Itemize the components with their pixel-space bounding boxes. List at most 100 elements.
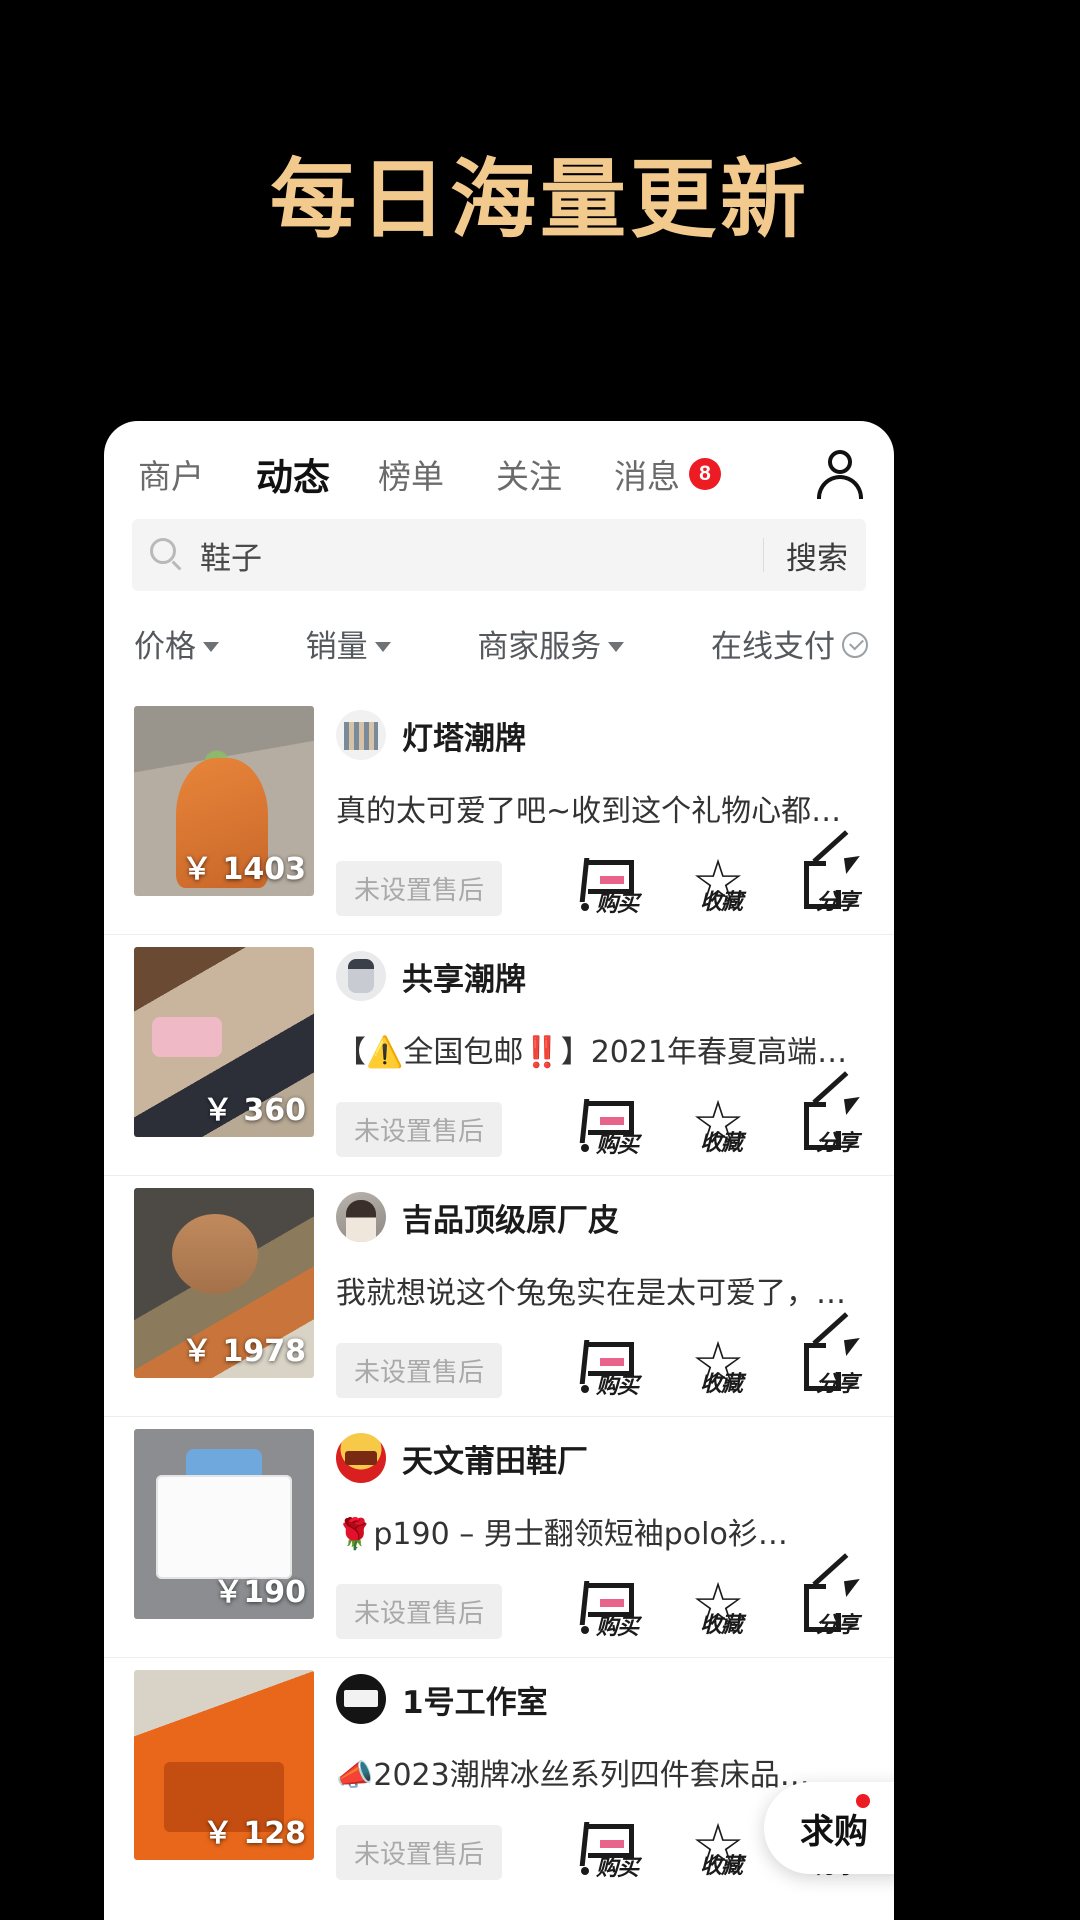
item-shop-name: 吉品顶级原厂皮 [402,1202,619,1239]
cart-icon[interactable]: 购买 [574,856,639,917]
item-actions: 购买 ☆ 收藏 分享 [574,1071,868,1158]
cart-icon[interactable]: 购买 [574,1579,639,1640]
favorite-label: 收藏 [700,1372,743,1397]
person-icon[interactable] [814,448,866,500]
cart-icon[interactable]: 购买 [574,1820,639,1881]
share-arrow-icon[interactable]: 分享 [798,1553,863,1639]
request-purchase-label: 求购 [800,1811,868,1852]
item-actions: 购买 ☆ 收藏 分享 [574,830,868,917]
favorite-label: 收藏 [700,890,743,915]
chevron-down-icon [374,641,391,652]
star-icon[interactable]: ☆ 收藏 [686,1816,750,1880]
item-shop-row[interactable]: 1号工作室 [336,1674,868,1724]
avatar [336,710,386,760]
chevron-down-icon [608,641,625,652]
filter-online-payment[interactable]: 在线支付 [711,621,868,666]
status-badge: 未设置售后 [336,1584,503,1639]
share-arrow-icon[interactable]: 分享 [798,830,863,916]
tab-feed[interactable]: 动态 [256,447,330,501]
filter-merchant-service[interactable]: 商家服务 [477,621,625,666]
star-icon[interactable]: ☆ 收藏 [686,1575,750,1639]
item-description: 【⚠️全国包邮‼️】2021年春夏高端大牌新… [336,1035,868,1070]
item-price: ￥ 360 [202,1093,306,1128]
item-thumb-wrap[interactable]: ￥ 1403 [134,706,314,896]
star-icon[interactable]: ☆ 收藏 [686,852,750,916]
search-input[interactable]: 鞋子 [200,533,262,578]
tab-messages-label: 消息 [614,457,680,496]
cart-icon[interactable]: 购买 [574,1338,639,1399]
item-thumb-wrap[interactable]: ￥ 128 [134,1670,314,1860]
search-icon [150,538,184,572]
item-shop-row[interactable]: 天文莆田鞋厂 [336,1433,868,1483]
person-icon-body [817,475,863,499]
list-item[interactable]: ￥ 1403 灯塔潮牌 真的太可爱了吧~收到这个礼物心都萌化了… 未设置售后 购… [104,694,894,934]
buy-label: 购买 [596,1374,639,1399]
filter-online-payment-label: 在线支付 [710,629,835,665]
list-item[interactable]: ￥ 128 1号工作室 📣2023潮牌冰丝系列四件套床品… 未设置售后 购买 ☆… [104,1657,894,1898]
status-badge: 未设置售后 [336,1343,503,1398]
top-tab-bar: 商户 动态 榜单 关注 消息 8 [104,421,894,513]
item-actions: 购买 ☆ 收藏 分享 [574,1312,868,1399]
item-shop-row[interactable]: 灯塔潮牌 [336,710,868,760]
share-label: 分享 [816,1613,859,1638]
item-actions: 购买 ☆ 收藏 分享 [574,1553,868,1640]
item-body: 共享潮牌 【⚠️全国包邮‼️】2021年春夏高端大牌新… 未设置售后 购买 ☆ [314,935,868,1175]
share-label: 分享 [816,890,859,915]
cart-icon[interactable]: 购买 [574,1097,639,1158]
favorite-label: 收藏 [700,1613,743,1638]
item-action-row: 未设置售后 购买 ☆ 收藏 [336,1071,868,1175]
list-item[interactable]: ￥ 1978 吉品顶级原厂皮 我就想说这个兔兔实在是太可爱了，从拿回… 未设置售… [104,1175,894,1416]
tab-messages[interactable]: 消息 8 [614,450,721,498]
filter-sales-label: 销量 [305,629,368,665]
item-price: ￥ 1403 [182,852,306,887]
filter-price[interactable]: 价格 [134,621,219,666]
search-box[interactable]: 鞋子 搜索 [132,519,866,591]
item-price: ￥ 128 [202,1816,306,1851]
tab-merchants[interactable]: 商户 [138,450,204,498]
favorite-label: 收藏 [700,1131,743,1156]
item-action-row: 未设置售后 购买 ☆ 收藏 [336,1553,868,1657]
person-icon-head [828,450,852,474]
item-shop-name: 1号工作室 [402,1684,548,1721]
item-body: 天文莆田鞋厂 🌹p190 – 男士翻领短袖polo衫… 未设置售后 购买 ☆ 收… [314,1417,868,1657]
tab-ranking[interactable]: 榜单 [378,450,444,498]
item-thumb-wrap[interactable]: ￥ 1978 [134,1188,314,1378]
item-price: ￥190 [213,1575,306,1610]
share-arrow-icon[interactable]: 分享 [798,1071,863,1157]
item-shop-name: 天文莆田鞋厂 [402,1443,588,1480]
status-badge: 未设置售后 [336,861,503,916]
phone-screen: 商户 动态 榜单 关注 消息 8 鞋子 搜索 价格 销量 商家服务 在线支付 ￥… [104,421,894,1920]
item-body: 吉品顶级原厂皮 我就想说这个兔兔实在是太可爱了，从拿回… 未设置售后 购买 ☆ [314,1176,868,1416]
filter-sales[interactable]: 销量 [306,621,391,666]
item-shop-row[interactable]: 吉品顶级原厂皮 [336,1192,868,1242]
filter-bar: 价格 销量 商家服务 在线支付 [104,591,894,694]
star-icon[interactable]: ☆ 收藏 [686,1334,750,1398]
avatar [336,951,386,1001]
avatar [336,1192,386,1242]
status-badge: 未设置售后 [336,1102,503,1157]
filter-merchant-service-label: 商家服务 [477,629,602,665]
list-item[interactable]: ￥190 天文莆田鞋厂 🌹p190 – 男士翻领短袖polo衫… 未设置售后 购 [104,1416,894,1657]
item-description: 🌹p190 – 男士翻领短袖polo衫… [336,1517,788,1552]
item-shop-name: 共享潮牌 [402,961,526,998]
item-action-row: 未设置售后 购买 ☆ 收藏 [336,830,868,934]
buy-label: 购买 [596,1133,639,1158]
screenshot-root: 每日海量更新 商户 动态 榜单 关注 消息 8 鞋子 搜索 价格 销量 商家服务… [0,0,1080,1920]
share-label: 分享 [816,1131,859,1156]
star-icon[interactable]: ☆ 收藏 [686,1093,750,1157]
item-description: 真的太可爱了吧~收到这个礼物心都萌化了… [336,794,868,829]
filter-price-label: 价格 [134,629,196,665]
item-thumb-wrap[interactable]: ￥ 360 [134,947,314,1137]
search-button[interactable]: 搜索 [764,533,848,578]
list-item[interactable]: ￥ 360 共享潮牌 【⚠️全国包邮‼️】2021年春夏高端大牌新… 未设置售后 [104,934,894,1175]
item-shop-name: 灯塔潮牌 [402,720,526,757]
item-thumb-wrap[interactable]: ￥190 [134,1429,314,1619]
share-arrow-icon[interactable]: 分享 [798,1312,863,1398]
tab-following[interactable]: 关注 [496,450,562,498]
buy-label: 购买 [596,892,639,917]
chevron-down-icon [203,641,219,652]
request-purchase-fab[interactable]: 求购 [764,1782,894,1874]
item-shop-row[interactable]: 共享潮牌 [336,951,868,1001]
avatar [336,1433,386,1483]
avatar [336,1674,386,1724]
